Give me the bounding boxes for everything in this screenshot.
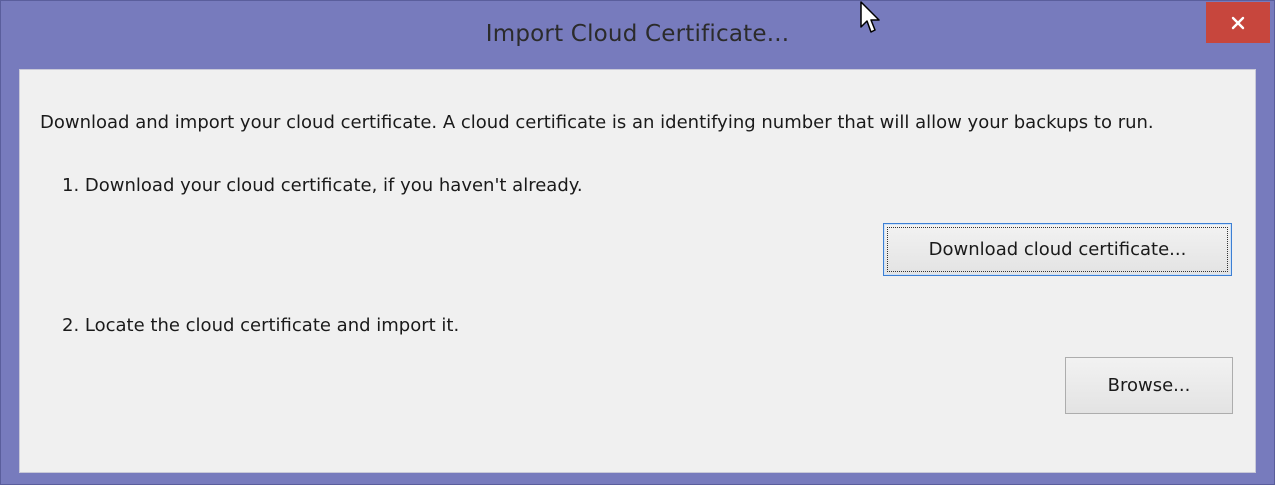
close-button[interactable] [1206, 2, 1270, 43]
dialog-content: Download and import your cloud certifica… [19, 69, 1256, 473]
download-certificate-button[interactable]: Download cloud certificate... [883, 223, 1232, 276]
dialog-window: Import Cloud Certificate... Download and… [0, 0, 1275, 485]
browse-label: Browse... [1107, 375, 1191, 396]
close-icon [1231, 16, 1245, 29]
step-1-text: 1. Download your cloud certificate, if y… [62, 175, 583, 196]
window-title: Import Cloud Certificate... [485, 21, 790, 47]
step-2-text: 2. Locate the cloud certificate and impo… [62, 315, 460, 336]
intro-text: Download and import your cloud certifica… [40, 112, 1154, 133]
browse-button[interactable]: Browse... [1065, 357, 1233, 414]
mouse-pointer-icon [859, 1, 881, 39]
title-bar[interactable]: Import Cloud Certificate... [1, 1, 1274, 69]
download-certificate-label: Download cloud certificate... [928, 239, 1187, 260]
